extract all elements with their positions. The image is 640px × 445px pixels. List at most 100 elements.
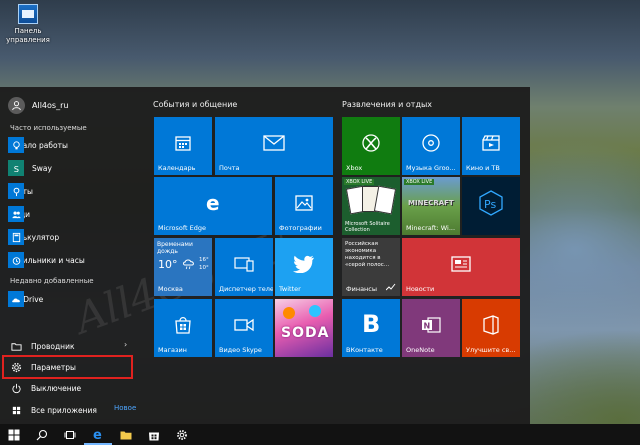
xbox-icon xyxy=(362,134,380,152)
tile-label: ВКонтакте xyxy=(346,346,383,354)
task-view-icon xyxy=(64,430,76,439)
tile-label: Почта xyxy=(219,164,240,172)
start-button[interactable] xyxy=(0,424,28,445)
tile-candy-crush-soda[interactable]: SODA xyxy=(275,299,333,357)
tile-photoshop-express[interactable]: Ps xyxy=(462,177,520,235)
app-people[interactable]: Люди xyxy=(8,204,30,224)
all-apps-icon xyxy=(8,402,24,418)
app-maps[interactable]: Карты xyxy=(8,181,33,201)
power-item[interactable]: Выключение xyxy=(8,378,81,398)
store-bag-icon xyxy=(174,316,192,334)
maps-icon xyxy=(8,183,24,199)
tile-label: Кино и ТВ xyxy=(466,164,500,172)
tile-label: Музыка Groo... xyxy=(406,164,456,172)
onenote-icon: N xyxy=(421,316,441,334)
tile-edge[interactable]: e Microsoft Edge xyxy=(154,177,272,235)
chevron-right-icon[interactable]: › xyxy=(124,340,127,349)
app-alarms[interactable]: Будильники и часы xyxy=(8,250,85,270)
tile-vkontakte[interactable]: B ВКонтакте xyxy=(342,299,400,357)
tile-onenote[interactable]: N OneNote xyxy=(402,299,460,357)
tile-store[interactable]: Магазин xyxy=(154,299,212,357)
tile-calendar[interactable]: Календарь xyxy=(154,117,212,175)
tile-movies-tv[interactable]: Кино и ТВ xyxy=(462,117,520,175)
taskbar-edge[interactable]: e xyxy=(84,424,112,445)
group-title-events: События и общение xyxy=(153,100,238,109)
all-apps-label: Все приложения xyxy=(31,405,97,415)
recently-added-label: Недавно добавленные xyxy=(10,277,94,285)
search-button[interactable] xyxy=(28,424,56,445)
store-bag-icon xyxy=(149,432,159,440)
video-camera-icon xyxy=(234,318,254,332)
user-account[interactable]: All4os_ru xyxy=(8,96,68,114)
weather-low: 10° xyxy=(199,265,209,271)
tile-weather[interactable]: Временами дождь 10° 16° 10° Москва xyxy=(154,238,212,296)
avatar xyxy=(8,96,25,114)
candy-icon xyxy=(283,307,295,319)
tile-label: Minecraft: Wi... xyxy=(406,224,456,232)
all-apps-item[interactable]: Все приложения xyxy=(8,400,97,420)
tile-label: Twitter xyxy=(279,285,301,293)
svg-text:N: N xyxy=(424,322,431,331)
tile-photos[interactable]: Фотографии xyxy=(275,177,333,235)
tile-get-office[interactable]: Улучшите св... xyxy=(462,299,520,357)
svg-text:e: e xyxy=(93,428,102,440)
gear-icon xyxy=(177,429,187,440)
tile-twitter[interactable]: Twitter xyxy=(275,238,333,296)
onedrive-icon xyxy=(8,291,24,307)
svg-text:e: e xyxy=(206,193,220,213)
taskbar-settings[interactable] xyxy=(168,424,196,445)
desktop-icon-label: Панель управления xyxy=(6,27,50,44)
photoshop-icon: Ps xyxy=(478,190,504,216)
edge-icon: e xyxy=(93,428,102,440)
control-panel-icon xyxy=(18,4,38,24)
taskbar-file-explorer[interactable] xyxy=(112,424,140,445)
tile-phone-companion[interactable]: Диспетчер теле... xyxy=(215,238,273,296)
tile-label: OneNote xyxy=(406,346,435,354)
alarm-icon xyxy=(8,252,24,268)
office-icon xyxy=(482,315,500,335)
app-sway[interactable]: S Sway xyxy=(8,158,52,178)
user-name: All4os_ru xyxy=(32,100,69,110)
tile-skype-video[interactable]: Видео Skype xyxy=(215,299,273,357)
app-onedrive[interactable]: OneDrive xyxy=(8,289,43,309)
folder-icon xyxy=(120,431,132,439)
people-icon xyxy=(8,206,24,222)
tile-minecraft[interactable]: XBOX LIVE MINECRAFT Minecraft: Wi... xyxy=(402,177,460,235)
power-label: Выключение xyxy=(31,383,82,393)
weather-title: Временами дождь xyxy=(157,241,193,255)
task-view-button[interactable] xyxy=(56,424,84,445)
tile-finance[interactable]: Российская экономика находится в «серой … xyxy=(342,238,400,296)
tile-label: Финансы xyxy=(346,285,378,293)
tile-label: Xbox xyxy=(346,164,363,172)
taskbar-store[interactable] xyxy=(140,424,168,445)
minecraft-logo: MINECRAFT xyxy=(408,199,454,207)
rain-cloud-icon xyxy=(182,258,196,272)
app-calculator[interactable]: Калькулятор xyxy=(8,227,59,247)
candy-crush-logo: SODA xyxy=(281,325,330,341)
app-label: Sway xyxy=(32,163,52,173)
tile-solitaire[interactable]: XBOX LIVE Microsoft Solitaire Collection xyxy=(342,177,400,235)
lightbulb-icon xyxy=(8,137,24,153)
explorer-label: Проводник xyxy=(31,341,75,351)
tile-xbox[interactable]: Xbox xyxy=(342,117,400,175)
tile-label: Москва xyxy=(158,285,183,293)
app-get-started[interactable]: Начало работы xyxy=(8,135,68,155)
xbox-live-badge: XBOX LIVE xyxy=(344,179,375,185)
start-menu: All4OS.RU All4os_ru Часто используемые Н… xyxy=(0,87,530,424)
tile-news[interactable]: Новости xyxy=(402,238,520,296)
tile-label: Новости xyxy=(406,285,435,293)
chart-icon xyxy=(385,283,396,293)
clapperboard-icon xyxy=(482,135,500,151)
tile-label: Диспетчер теле... xyxy=(219,285,273,293)
tile-label: Фотографии xyxy=(279,224,322,232)
tile-groove-music[interactable]: Музыка Groo... xyxy=(402,117,460,175)
new-badge: Новое xyxy=(114,404,137,412)
explorer-item[interactable]: Проводник xyxy=(8,336,75,356)
tile-mail[interactable]: Почта xyxy=(215,117,333,175)
candy-icon xyxy=(309,305,321,317)
desktop-icon-control-panel[interactable]: Панель управления xyxy=(6,4,50,45)
edge-icon: e xyxy=(203,193,223,213)
taskbar: e xyxy=(0,424,640,445)
groove-disc-icon xyxy=(422,134,440,152)
devices-icon xyxy=(234,256,254,272)
